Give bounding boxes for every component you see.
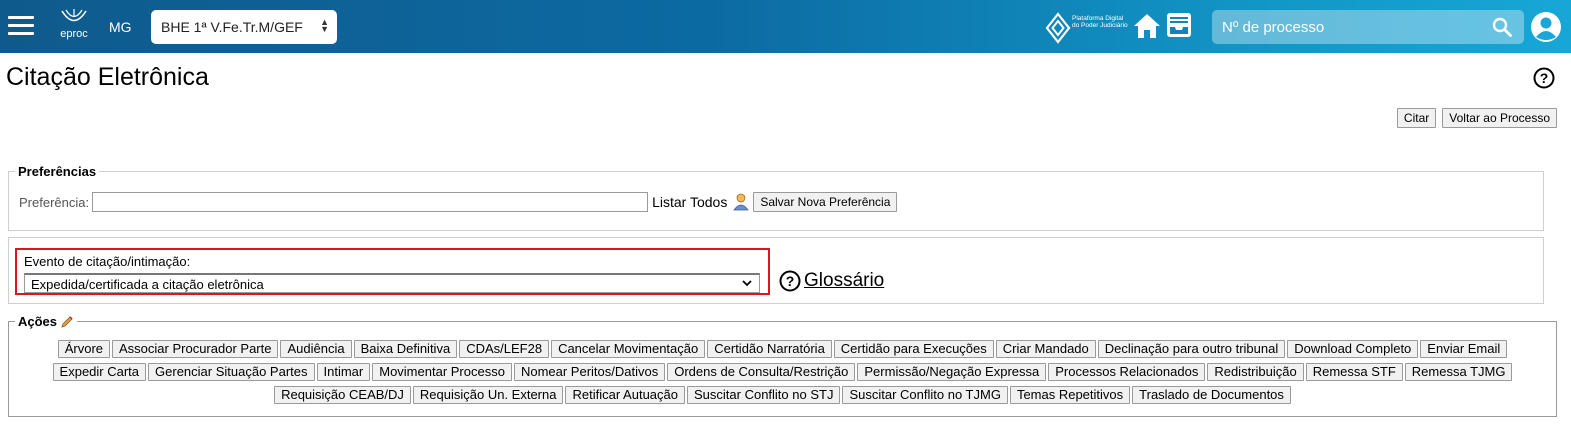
acao-certidao-narratoria-button[interactable]: Certidão Narratória bbox=[707, 340, 832, 358]
evento-select-value: Expedida/certificada a citação eletrônic… bbox=[31, 277, 264, 292]
page-title: Citação Eletrônica bbox=[6, 63, 209, 91]
acao-download-completo-button[interactable]: Download Completo bbox=[1287, 340, 1419, 358]
preferencia-label: Preferência: bbox=[19, 194, 90, 210]
evento-fieldset: Evento de citação/intimação: Expedida/ce… bbox=[8, 237, 1544, 304]
acoes-row: Árvore Associar Procurador Parte Audiência… bbox=[9, 340, 1556, 358]
evento-label: Evento de citação/intimação: bbox=[24, 254, 191, 269]
unit-select[interactable]: BHE 1ª V.Fe.Tr.M/GEF ▲ ▼ bbox=[151, 10, 337, 44]
acao-suscitar-conflito-no-tjmg-button[interactable]: Suscitar Conflito no TJMG bbox=[842, 386, 1008, 404]
acao-movimentar-processo-button[interactable]: Movimentar Processo bbox=[372, 363, 512, 381]
edit-icon[interactable] bbox=[60, 315, 74, 329]
acoes-legend: Ações bbox=[15, 314, 78, 329]
acao-suscitar-conflito-no-stj-button[interactable]: Suscitar Conflito no STJ bbox=[687, 386, 841, 404]
acao-baixa-definitiva-button[interactable]: Baixa Definitiva bbox=[353, 340, 458, 358]
pdpj-text: Plataforma Digital do Poder Judiciário bbox=[1072, 15, 1128, 29]
listar-todos-link[interactable]: Listar Todos bbox=[652, 194, 727, 210]
evento-highlight-box: Evento de citação/intimação: Expedida/ce… bbox=[15, 248, 770, 295]
search-icon[interactable] bbox=[1492, 17, 1512, 37]
acao-certidao-para-execucoes-button[interactable]: Certidão para Execuções bbox=[833, 340, 994, 358]
acao-intimar-button[interactable]: Intimar bbox=[316, 363, 371, 381]
home-icon[interactable] bbox=[1133, 12, 1161, 40]
acao-processos-relacionados-button[interactable]: Processos Relacionados bbox=[1048, 363, 1206, 381]
acao-temas-repetitivos-button[interactable]: Temas Repetitivos bbox=[1009, 386, 1131, 404]
salvar-preferencia-button[interactable]: Salvar Nova Preferência bbox=[753, 192, 898, 212]
chevron-down-icon bbox=[742, 280, 752, 287]
acao-cdas-lef28-button[interactable]: CDAs/LEF28 bbox=[459, 340, 550, 358]
acoes-row: Expedir Carta Gerenciar Situação Partes In… bbox=[9, 363, 1556, 381]
glossario-link[interactable]: ? Glossário bbox=[779, 270, 884, 292]
eproc-logo-icon[interactable]: eproc bbox=[54, 8, 94, 46]
acoes-row: Requisição CEAB/DJ Requisição Un. Externa… bbox=[9, 386, 1556, 404]
acoes-buttons: Árvore Associar Procurador Parte Audiência… bbox=[9, 340, 1556, 409]
select-arrows-icon: ▲ ▼ bbox=[320, 17, 329, 34]
voltar-processo-button[interactable]: Voltar ao Processo bbox=[1442, 108, 1557, 128]
acao-expedir-carta-button[interactable]: Expedir Carta bbox=[52, 363, 147, 381]
preferencias-legend: Preferências bbox=[15, 164, 100, 179]
help-icon: ? bbox=[779, 270, 801, 292]
logo-text: eproc bbox=[60, 28, 88, 40]
citar-button[interactable]: Citar bbox=[1396, 108, 1437, 128]
acoes-legend-label: Ações bbox=[18, 314, 58, 329]
svg-text:?: ? bbox=[1540, 70, 1549, 86]
acao-arvore-button[interactable]: Árvore bbox=[57, 340, 111, 358]
glossario-label[interactable]: Glossário bbox=[804, 270, 884, 292]
evento-select[interactable]: Expedida/certificada a citação eletrônic… bbox=[24, 273, 760, 293]
user-icon[interactable] bbox=[1530, 11, 1562, 43]
pdpj-logo-icon bbox=[1045, 12, 1071, 44]
acao-criar-mandado-button[interactable]: Criar Mandado bbox=[995, 340, 1096, 358]
svg-text:?: ? bbox=[786, 273, 795, 289]
acao-requisicao-ceab-dj-button[interactable]: Requisição CEAB/DJ bbox=[274, 386, 411, 404]
acao-cancelar-movimentacao-button[interactable]: Cancelar Movimentação bbox=[551, 340, 706, 358]
inbox-icon[interactable] bbox=[1166, 12, 1192, 38]
acao-audiencia-button[interactable]: Audiência bbox=[280, 340, 352, 358]
acao-permissao-negacao-expressa-button[interactable]: Permissão/Negação Expressa bbox=[857, 363, 1047, 381]
acoes-fieldset: Ações Árvore Associar Procurador Parte Aud… bbox=[8, 314, 1557, 417]
acao-redistribuicao-button[interactable]: Redistribuição bbox=[1207, 363, 1304, 381]
unit-select-value: BHE 1ª V.Fe.Tr.M/GEF bbox=[161, 19, 303, 35]
acao-remessa-tjmg-button[interactable]: Remessa TJMG bbox=[1404, 363, 1513, 381]
acao-nomear-peritos-dativos-button[interactable]: Nomear Peritos/Dativos bbox=[513, 363, 666, 381]
acao-declinacao-para-outro-tribunal-button[interactable]: Declinação para outro tribunal bbox=[1097, 340, 1286, 358]
top-actions: Citar Voltar ao Processo bbox=[1396, 108, 1557, 128]
hamburger-icon[interactable] bbox=[8, 16, 34, 36]
acao-ordens-de-consulta-restricao-button[interactable]: Ordens de Consulta/Restrição bbox=[667, 363, 856, 381]
top-navbar: eproc MG BHE 1ª V.Fe.Tr.M/GEF ▲ ▼ Platafo… bbox=[0, 0, 1571, 53]
help-icon[interactable]: ? bbox=[1533, 67, 1555, 89]
acao-enviar-email-button[interactable]: Enviar Email bbox=[1420, 340, 1508, 358]
acao-associar-procurador-parte-button[interactable]: Associar Procurador Parte bbox=[112, 340, 279, 358]
search-input[interactable] bbox=[1220, 18, 1480, 37]
pdpj-logo[interactable]: Plataforma Digital do Poder Judiciário bbox=[1045, 12, 1129, 44]
person-icon[interactable] bbox=[733, 193, 750, 211]
preferencias-fieldset: Preferências Preferência: Listar Todos S… bbox=[8, 164, 1544, 231]
acao-traslado-de-documentos-button[interactable]: Traslado de Documentos bbox=[1132, 386, 1291, 404]
state-label: MG bbox=[109, 19, 132, 35]
preferencia-input[interactable] bbox=[92, 192, 649, 212]
acao-gerenciar-situacao-partes-button[interactable]: Gerenciar Situação Partes bbox=[148, 363, 315, 381]
acao-requisicao-un-externa-button[interactable]: Requisição Un. Externa bbox=[412, 386, 564, 404]
search-box[interactable] bbox=[1212, 10, 1524, 44]
acao-retificar-autuacao-button[interactable]: Retificar Autuação bbox=[565, 386, 685, 404]
preferencia-row: Preferência: Listar Todos Salvar Nova Pr… bbox=[19, 192, 898, 212]
acao-remessa-stf-button[interactable]: Remessa STF bbox=[1305, 363, 1403, 381]
